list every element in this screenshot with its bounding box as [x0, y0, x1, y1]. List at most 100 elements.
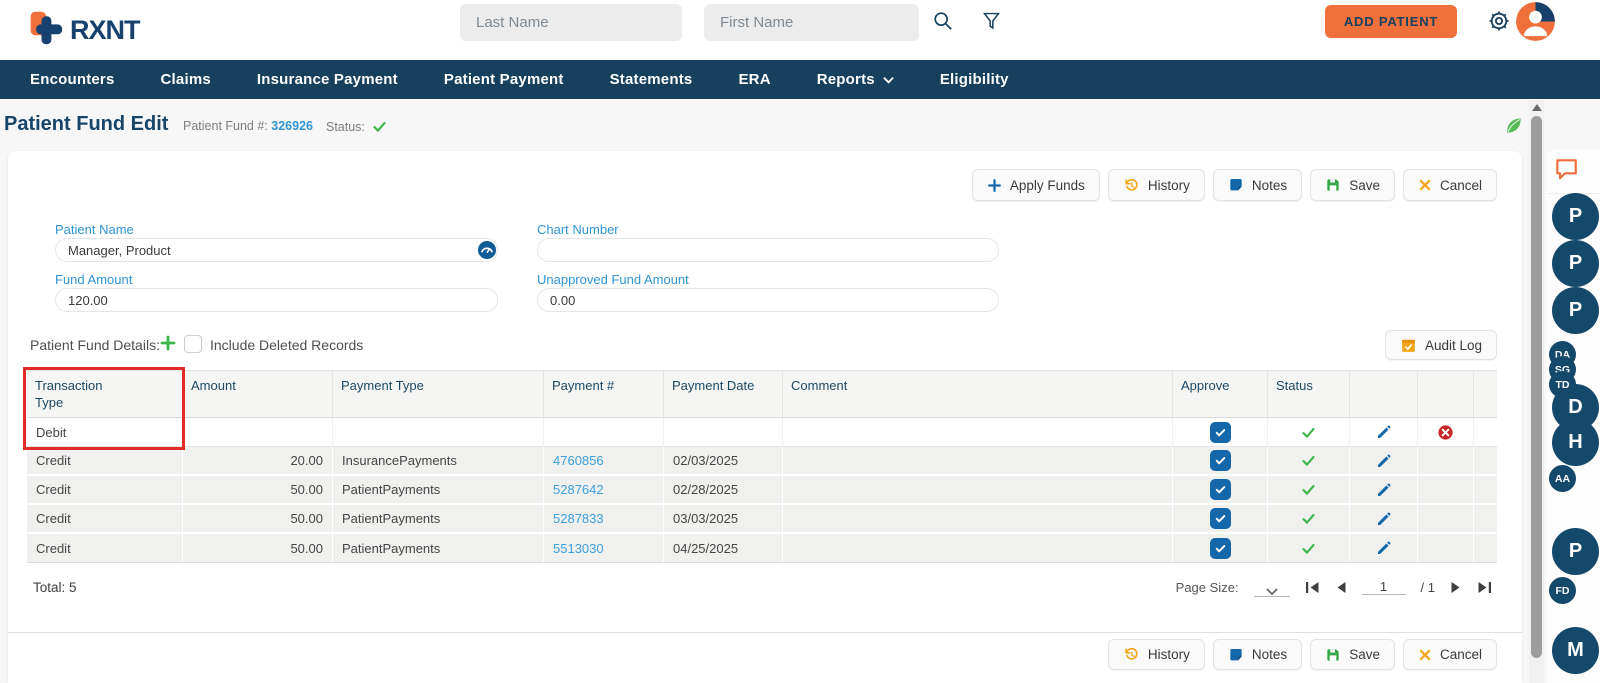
patient-fund-number[interactable]: 326926: [271, 119, 313, 133]
cancel-label: Cancel: [1440, 178, 1482, 193]
col-header-comment[interactable]: Comment: [782, 371, 1172, 419]
fund-details-table: Transaction Type Amount Payment Type Pay…: [27, 370, 1497, 563]
history-button[interactable]: History: [1108, 639, 1205, 670]
side-badge[interactable]: P: [1552, 287, 1599, 334]
rxnt-logo[interactable]: RXNT: [28, 10, 140, 51]
first-page-button[interactable]: [1305, 581, 1320, 594]
cancel-x-icon: [1418, 178, 1432, 192]
save-button[interactable]: Save: [1310, 639, 1395, 670]
history-button[interactable]: History: [1108, 169, 1205, 201]
delete-icon[interactable]: [1437, 424, 1454, 441]
unapproved-fund-amount-label: Unapproved Fund Amount: [537, 272, 689, 287]
patient-name-field[interactable]: [55, 238, 498, 262]
page-number-input[interactable]: [1362, 579, 1406, 595]
side-badge[interactable]: P: [1552, 240, 1599, 287]
cell-payment-date: 04/25/2025: [663, 534, 782, 562]
approve-checkbox[interactable]: [1210, 422, 1231, 443]
add-patient-button[interactable]: ADD PATIENT: [1325, 5, 1457, 38]
edit-pencil-icon[interactable]: [1376, 511, 1392, 527]
nav-item-insurance-payment[interactable]: Insurance Payment: [257, 71, 398, 88]
col-header-amount[interactable]: Amount: [182, 371, 332, 419]
patient-fund-meta: Patient Fund #: 326926: [183, 119, 313, 133]
scroll-up-arrow-icon[interactable]: [1532, 104, 1542, 111]
col-header-payment-type[interactable]: Payment Type: [332, 371, 543, 419]
user-avatar[interactable]: [1516, 2, 1555, 41]
approve-checkbox[interactable]: [1210, 450, 1231, 471]
total-count-label: Total: 5: [33, 580, 77, 595]
filter-icon[interactable]: [981, 10, 1005, 34]
col-header-status[interactable]: Status: [1267, 371, 1349, 419]
notes-button[interactable]: Notes: [1213, 639, 1302, 670]
edit-pencil-icon[interactable]: [1376, 453, 1392, 469]
history-label: History: [1148, 647, 1190, 662]
last-page-button[interactable]: [1477, 581, 1492, 594]
side-badge[interactable]: AA: [1549, 465, 1576, 492]
side-badge[interactable]: P: [1552, 193, 1599, 240]
cancel-label: Cancel: [1440, 647, 1482, 662]
chart-number-label: Chart Number: [537, 222, 619, 237]
chart-number-field[interactable]: [537, 238, 999, 262]
side-badge[interactable]: M: [1552, 627, 1599, 674]
gear-icon[interactable]: [1487, 9, 1511, 33]
col-header-edit: [1349, 371, 1417, 419]
include-deleted-checkbox[interactable]: [184, 335, 202, 353]
rxnt-logo-text: RXNT: [70, 15, 140, 46]
cancel-x-icon: [1418, 648, 1432, 662]
col-header-payment-date[interactable]: Payment Date: [663, 371, 782, 419]
notes-label: Notes: [1252, 647, 1287, 662]
edit-pencil-icon[interactable]: [1376, 540, 1392, 556]
edit-pencil-icon[interactable]: [1376, 424, 1392, 440]
next-page-button[interactable]: [1450, 581, 1462, 594]
cell-transaction-type: Credit: [27, 447, 182, 474]
nav-item-eligibility[interactable]: Eligibility: [940, 71, 1009, 88]
previous-page-button[interactable]: [1335, 581, 1347, 594]
scrollbar-thumb[interactable]: [1531, 116, 1542, 658]
cell-payment-number: [543, 418, 663, 446]
last-name-input[interactable]: [460, 4, 682, 41]
nav-item-statements[interactable]: Statements: [610, 71, 693, 88]
payment-number-link[interactable]: 5287833: [553, 505, 604, 532]
patient-dashboard-icon[interactable]: [478, 241, 496, 264]
first-name-input[interactable]: [704, 4, 919, 41]
edit-pencil-icon[interactable]: [1376, 482, 1392, 498]
unapproved-fund-amount-field[interactable]: [537, 288, 999, 312]
table-row: Debit: [27, 418, 1497, 447]
nav-item-era[interactable]: ERA: [738, 71, 770, 88]
fund-amount-field[interactable]: [55, 288, 498, 312]
approve-checkbox[interactable]: [1210, 479, 1231, 500]
status-check-icon: [1300, 453, 1317, 468]
col-header-payment-number[interactable]: Payment #: [543, 371, 663, 419]
cell-transaction-type: Credit: [27, 476, 182, 503]
side-badge[interactable]: FD: [1549, 577, 1576, 604]
payment-number-link[interactable]: 5287642: [553, 476, 604, 503]
cell-amount: [182, 418, 332, 446]
approve-checkbox[interactable]: [1210, 508, 1231, 529]
nav-item-encounters[interactable]: Encounters: [30, 71, 115, 88]
rxnt-cross-icon: [28, 10, 64, 51]
payment-number-link[interactable]: 4760856: [553, 447, 604, 474]
search-icon[interactable]: [932, 10, 956, 34]
page-size-select[interactable]: [1254, 577, 1290, 597]
cell-comment: [782, 534, 1172, 562]
side-badge[interactable]: TD: [1549, 371, 1576, 398]
audit-log-button[interactable]: Audit Log: [1385, 330, 1497, 360]
cell-payment-date: 02/28/2025: [663, 476, 782, 503]
side-badge[interactable]: H: [1552, 419, 1599, 466]
footer-divider: [8, 632, 1522, 633]
nav-item-claims[interactable]: Claims: [161, 71, 211, 88]
cell-amount: 20.00: [182, 447, 332, 474]
notes-button[interactable]: Notes: [1213, 169, 1302, 201]
col-header-approve[interactable]: Approve: [1172, 371, 1267, 419]
add-fund-detail-icon[interactable]: [160, 335, 176, 356]
col-header-transaction-type[interactable]: Transaction Type: [27, 371, 182, 419]
payment-number-link[interactable]: 5513030: [553, 535, 604, 562]
side-badge[interactable]: P: [1552, 528, 1599, 575]
approve-checkbox[interactable]: [1210, 538, 1231, 559]
cancel-button[interactable]: Cancel: [1403, 639, 1497, 670]
save-button[interactable]: Save: [1310, 169, 1395, 201]
apply-funds-button[interactable]: Apply Funds: [972, 169, 1100, 201]
chat-bubble-icon[interactable]: [1553, 156, 1579, 187]
cancel-button[interactable]: Cancel: [1403, 169, 1497, 201]
nav-item-patient-payment[interactable]: Patient Payment: [444, 71, 564, 88]
nav-item-reports[interactable]: Reports: [817, 71, 894, 88]
